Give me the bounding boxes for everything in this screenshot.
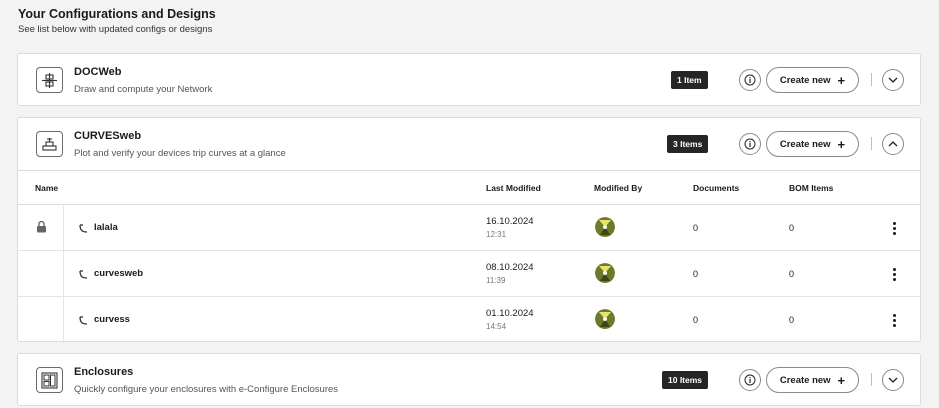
chevron-up-icon — [888, 141, 898, 147]
plus-icon: + — [837, 72, 846, 88]
column-header-documents[interactable]: Documents — [693, 183, 739, 193]
info-button[interactable] — [739, 133, 761, 155]
row-lock-cell — [18, 251, 64, 296]
info-button[interactable] — [739, 69, 761, 91]
chevron-down-icon — [888, 377, 898, 383]
avatar — [595, 263, 615, 283]
divider — [871, 137, 872, 150]
chevron-down-icon — [888, 77, 898, 83]
app-card-enclosures: Enclosures Quickly configure your enclos… — [17, 353, 921, 406]
create-new-button[interactable]: Create new + — [766, 131, 859, 157]
app-card-docweb: DOCWeb Draw and compute your Network 1 I… — [17, 53, 921, 106]
row-bom-items: 0 — [789, 223, 795, 233]
column-header-last-modified[interactable]: Last Modified — [486, 183, 541, 193]
info-icon — [744, 138, 756, 150]
avatar — [595, 309, 615, 329]
card-title: DOCWeb — [74, 66, 122, 78]
curve-icon — [78, 313, 88, 331]
more-options-icon[interactable] — [889, 265, 899, 283]
divider — [871, 373, 872, 386]
more-options-icon[interactable] — [889, 311, 899, 329]
table-row[interactable]: curvess 01.10.2024 14:54 0 0 — [18, 297, 920, 343]
create-new-label: Create new — [779, 138, 831, 150]
table-row[interactable]: lalala 16.10.2024 12:31 0 0 — [18, 205, 920, 251]
column-header-bom-items[interactable]: BOM Items — [789, 183, 833, 193]
info-icon — [744, 374, 756, 386]
row-documents: 0 — [693, 223, 699, 233]
plus-icon: + — [837, 136, 846, 152]
table-row[interactable]: curvesweb 08.10.2024 11:39 0 0 — [18, 251, 920, 297]
card-description: Plot and verify your devices trip curves… — [74, 148, 286, 159]
divider — [871, 73, 872, 86]
create-new-button[interactable]: Create new + — [766, 67, 859, 93]
info-button[interactable] — [739, 369, 761, 391]
curves-device-icon — [36, 131, 63, 157]
row-name[interactable]: curvess — [94, 314, 130, 325]
enclosure-icon — [36, 367, 63, 393]
card-header[interactable]: CURVESweb Plot and verify your devices t… — [18, 118, 920, 170]
lock-icon — [36, 220, 47, 238]
column-header-name[interactable]: Name — [35, 183, 58, 193]
configurations-table: Name Last Modified Modified By Documents… — [18, 170, 920, 343]
create-new-button[interactable]: Create new + — [766, 367, 859, 393]
curve-icon — [78, 221, 88, 239]
row-bom-items: 0 — [789, 315, 795, 325]
item-count-badge: 1 Item — [671, 71, 708, 89]
row-documents: 0 — [693, 269, 699, 279]
expand-button[interactable] — [882, 369, 904, 391]
card-header[interactable]: Enclosures Quickly configure your enclos… — [18, 354, 920, 406]
info-icon — [744, 74, 756, 86]
item-count-badge: 10 Items — [662, 371, 709, 389]
card-description: Draw and compute your Network — [74, 84, 213, 95]
row-date: 01.10.2024 — [486, 308, 534, 319]
create-new-label: Create new — [779, 374, 831, 386]
item-count-badge: 3 Items — [667, 135, 709, 153]
plus-icon: + — [837, 372, 846, 388]
page-subtitle: See list below with updated configs or d… — [18, 24, 213, 35]
row-name[interactable]: curvesweb — [94, 268, 143, 279]
row-date: 08.10.2024 — [486, 262, 534, 273]
page-header: Your Configurations and Designs See list… — [18, 7, 216, 35]
expand-button[interactable] — [882, 69, 904, 91]
app-card-curvesweb: CURVESweb Plot and verify your devices t… — [17, 117, 921, 343]
row-lock-cell — [18, 297, 64, 343]
card-title: CURVESweb — [74, 130, 142, 142]
row-documents: 0 — [693, 315, 699, 325]
create-new-label: Create new — [779, 74, 831, 86]
card-description: Quickly configure your enclosures with e… — [74, 384, 339, 395]
column-header-modified-by[interactable]: Modified By — [594, 183, 642, 193]
row-date: 16.10.2024 — [486, 216, 534, 227]
curve-icon — [78, 267, 88, 285]
row-bom-items: 0 — [789, 269, 795, 279]
card-header[interactable]: DOCWeb Draw and compute your Network 1 I… — [18, 54, 920, 106]
collapse-button[interactable] — [882, 133, 904, 155]
table-header: Name Last Modified Modified By Documents… — [18, 171, 920, 205]
card-title: Enclosures — [74, 366, 134, 378]
row-time: 14:54 — [486, 322, 507, 331]
more-options-icon[interactable] — [889, 219, 899, 237]
row-time: 12:31 — [486, 230, 507, 239]
network-diagram-icon — [36, 67, 63, 93]
avatar — [595, 217, 615, 237]
row-time: 11:39 — [486, 276, 506, 285]
page-title: Your Configurations and Designs — [18, 7, 216, 21]
row-name[interactable]: lalala — [94, 222, 118, 233]
